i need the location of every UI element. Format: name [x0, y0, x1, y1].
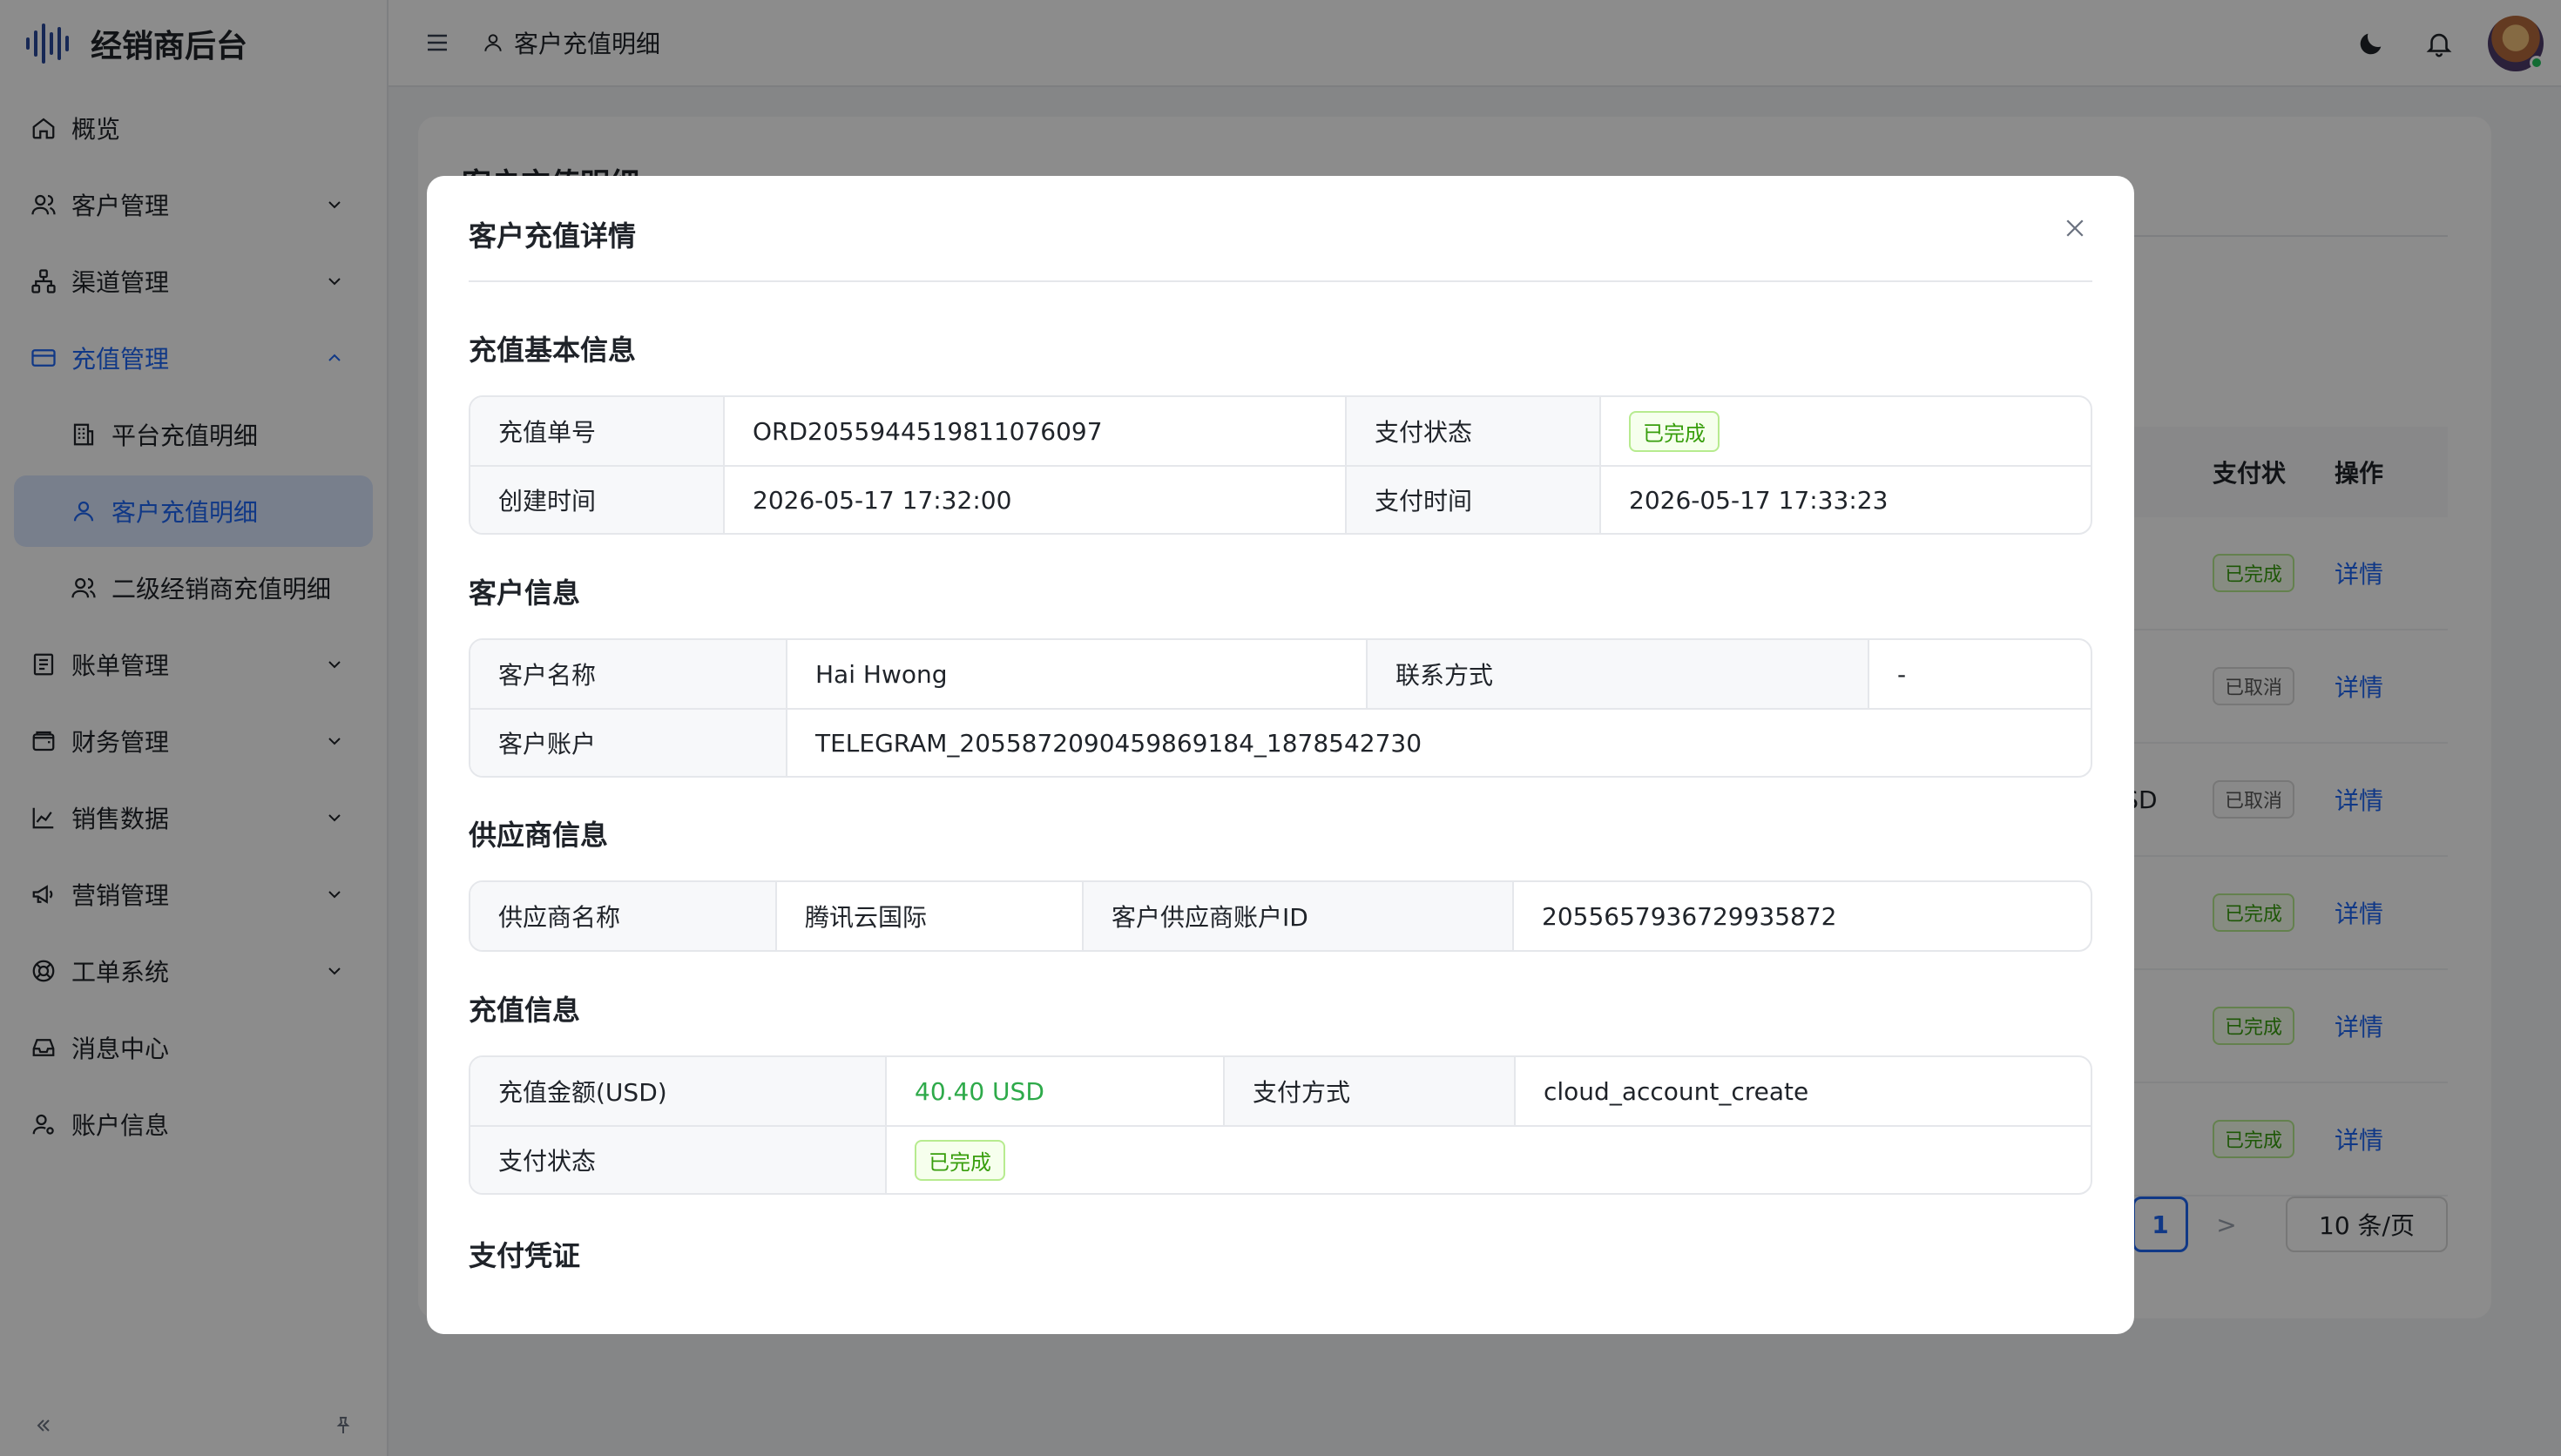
recharge-info-section: 充值信息 充值金额(USD) 40.40 USD 支付方式 cloud_acco…: [469, 989, 2092, 1195]
contact-label: 联系方式: [1368, 640, 1869, 708]
pay-status-label: 支付状态: [1347, 397, 1601, 465]
customer-name-value: Hai Hwong: [787, 640, 1368, 708]
created-time-label: 创建时间: [470, 467, 725, 533]
section-title: 客户信息: [469, 576, 581, 610]
customer-account-value: TELEGRAM_2055872090459869184_1878542730: [815, 728, 1422, 758]
order-no-value: ORD2055944519811076097: [725, 397, 1347, 465]
customer-info-section: 客户信息 客户名称 Hai Hwong 联系方式 - 客户账户 TELEGRAM…: [469, 572, 2092, 778]
supplier-info-section: 供应商信息 供应商名称 腾讯云国际 客户供应商账户ID 205565793672…: [469, 814, 2092, 952]
recharge-detail-modal: 客户充值详情 充值基本信息 充值单号 ORD205594451981107609…: [427, 176, 2134, 1334]
status-badge: 已完成: [915, 1139, 1005, 1181]
contact-value: -: [1897, 659, 1907, 689]
section-title: 供应商信息: [469, 819, 609, 852]
desc-row: 供应商名称 腾讯云国际 客户供应商账户ID 205565793672993587…: [470, 882, 2091, 950]
supplier-account-id-label: 客户供应商账户ID: [1084, 882, 1514, 950]
desc-row: 客户账户 TELEGRAM_2055872090459869184_187854…: [470, 708, 2091, 776]
recharge-info-table: 充值金额(USD) 40.40 USD 支付方式 cloud_account_c…: [469, 1055, 2092, 1195]
paid-time-label: 支付时间: [1347, 467, 1601, 533]
supplier-info-table: 供应商名称 腾讯云国际 客户供应商账户ID 205565793672993587…: [469, 880, 2092, 952]
pay-method-value: cloud_account_create: [1544, 1076, 1809, 1106]
status-badge: 已完成: [1629, 410, 1720, 452]
voucher-section: 支付凭证: [469, 1235, 2092, 1277]
paid-time-value: 2026-05-17 17:33:23: [1629, 485, 1889, 515]
section-title: 充值基本信息: [469, 334, 637, 367]
section-title: 支付凭证: [469, 1239, 581, 1272]
basic-info-section: 充值基本信息 充值单号 ORD2055944519811076097 支付状态 …: [469, 329, 2092, 535]
desc-row: 充值金额(USD) 40.40 USD 支付方式 cloud_account_c…: [470, 1057, 2091, 1125]
pay-method-label: 支付方式: [1225, 1057, 1516, 1125]
pay-status-label: 支付状态: [470, 1127, 887, 1193]
desc-row: 客户名称 Hai Hwong 联系方式 -: [470, 640, 2091, 708]
amount-label: 充值金额(USD): [470, 1057, 887, 1125]
order-no-label: 充值单号: [470, 397, 725, 465]
desc-row: 支付状态 已完成: [470, 1125, 2091, 1193]
modal-title: 客户充值详情: [469, 219, 637, 253]
desc-row: 充值单号 ORD2055944519811076097 支付状态 已完成: [470, 397, 2091, 465]
created-time-value: 2026-05-17 17:32:00: [725, 467, 1347, 533]
customer-name-label: 客户名称: [470, 640, 787, 708]
supplier-name-label: 供应商名称: [470, 882, 777, 950]
customer-account-label: 客户账户: [470, 710, 787, 776]
customer-info-table: 客户名称 Hai Hwong 联系方式 - 客户账户 TELEGRAM_2055…: [469, 638, 2092, 778]
section-title: 充值信息: [469, 994, 581, 1027]
desc-row: 创建时间 2026-05-17 17:32:00 支付时间 2026-05-17…: [470, 465, 2091, 533]
basic-info-table: 充值单号 ORD2055944519811076097 支付状态 已完成 创建时…: [469, 395, 2092, 535]
divider: [469, 280, 2092, 282]
close-icon[interactable]: [2054, 207, 2096, 249]
supplier-account-id-value: 2055657936729935872: [1542, 901, 1837, 931]
amount-value: 40.40 USD: [887, 1057, 1225, 1125]
supplier-name-value: 腾讯云国际: [777, 882, 1084, 950]
